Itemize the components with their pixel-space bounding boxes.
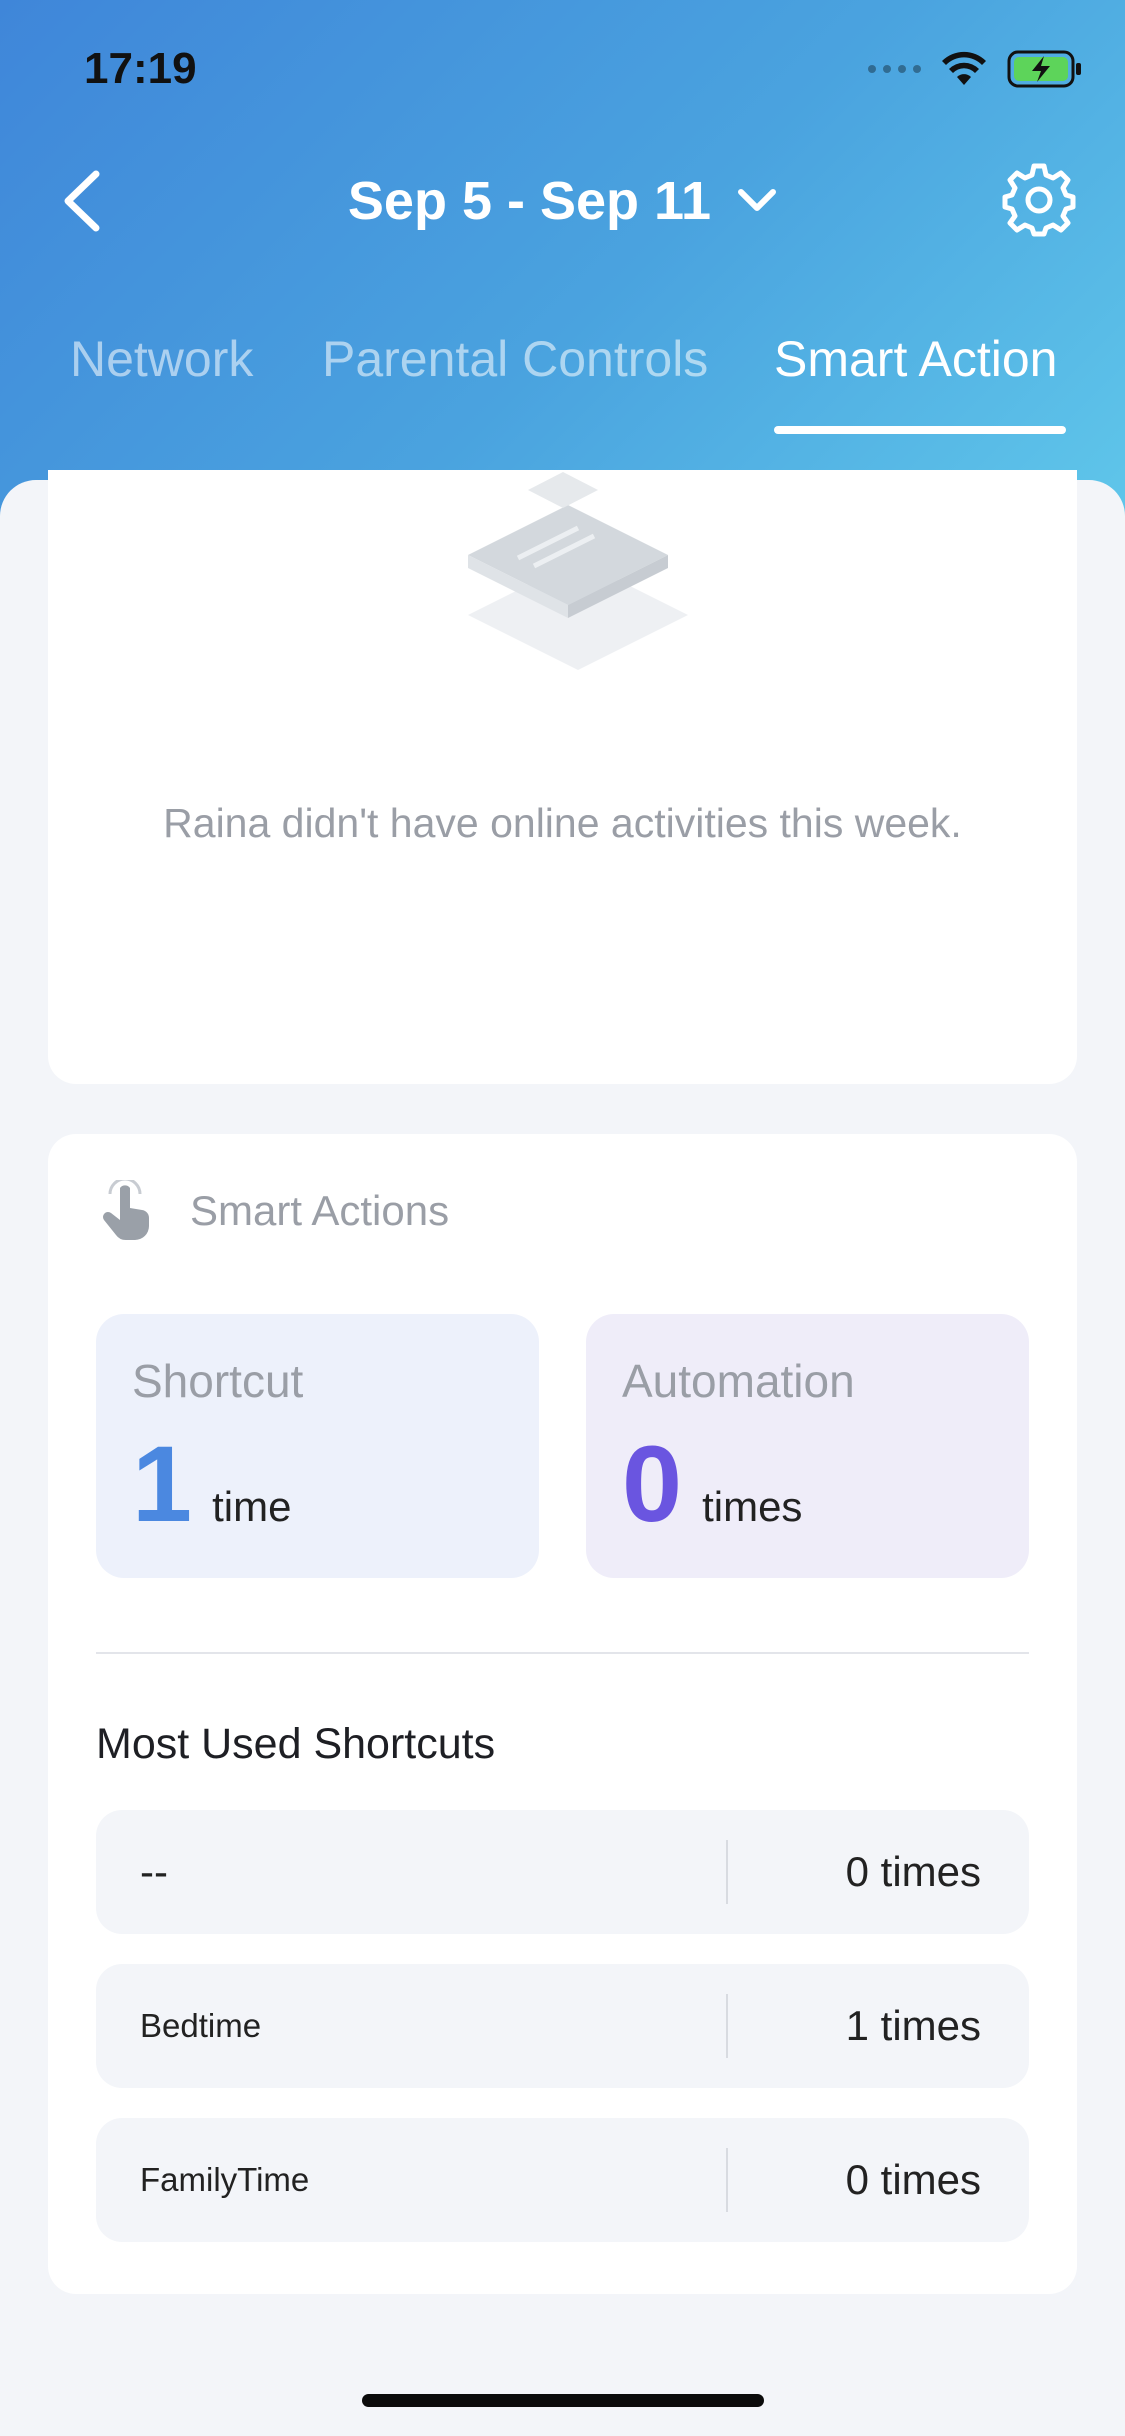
- hand-pointer-icon: [103, 1180, 150, 1241]
- automation-label: Automation: [622, 1355, 855, 1407]
- automation-stat-card[interactable]: Automation 0 times: [586, 1314, 1029, 1578]
- tab-network[interactable]: Network: [70, 330, 253, 388]
- header: 17:19 Sep 5 - Sep 11 Network Parental Co…: [0, 0, 1125, 520]
- shortcut-row-count: 0 times: [845, 2156, 981, 2203]
- smart-actions-header: Smart Actions: [100, 1180, 449, 1242]
- shortcut-value: 1 time: [132, 1430, 291, 1538]
- shortcut-row-count: 1 times: [845, 2002, 981, 2049]
- status-time: 17:19: [84, 44, 197, 93]
- empty-state-card: Raina didn't have online activities this…: [48, 470, 1077, 1084]
- date-range-selector[interactable]: Sep 5 - Sep 11: [0, 170, 1125, 232]
- nav-bar: Sep 5 - Sep 11: [0, 150, 1125, 250]
- divider: [96, 1652, 1029, 1654]
- shortcut-row-name: --: [140, 1848, 168, 1895]
- automation-count: 0: [622, 1423, 683, 1544]
- shortcut-row[interactable]: FamilyTime 0 times: [96, 2118, 1029, 2242]
- wifi-icon: [942, 51, 986, 85]
- screen: 17:19 Sep 5 - Sep 11 Network Parental Co…: [0, 0, 1125, 2436]
- automation-value: 0 times: [622, 1430, 802, 1538]
- date-range-title: Sep 5 - Sep 11: [347, 171, 712, 231]
- shortcut-row[interactable]: -- 0 times: [96, 1810, 1029, 1934]
- empty-documents-illustration: [468, 472, 688, 670]
- row-separator: [726, 2148, 728, 2212]
- status-bar: 17:19: [0, 0, 1125, 130]
- chevron-down-icon: [738, 189, 777, 211]
- tab-parental-controls[interactable]: Parental Controls: [322, 330, 708, 388]
- shortcut-label: Shortcut: [132, 1355, 304, 1407]
- smart-actions-title: Smart Actions: [190, 1187, 450, 1234]
- cellular-signal-icon: [868, 65, 921, 73]
- smart-actions-card: Smart Actions Shortcut 1 time Automation…: [48, 1134, 1077, 2294]
- active-tab-indicator: [774, 426, 1066, 434]
- row-separator: [726, 1840, 728, 1904]
- battery-charging-icon: [1007, 50, 1081, 88]
- status-icons: [868, 50, 1083, 88]
- most-used-shortcuts-title: Most Used Shortcuts: [96, 1720, 496, 1768]
- content-sheet: Raina didn't have online activities this…: [0, 470, 1125, 2436]
- automation-unit: times: [702, 1483, 803, 1530]
- row-separator: [726, 1994, 728, 2058]
- shortcut-row-name: FamilyTime: [140, 2161, 310, 2198]
- settings-button[interactable]: [1001, 162, 1077, 238]
- home-indicator[interactable]: [362, 2394, 764, 2407]
- shortcut-row[interactable]: Bedtime 1 times: [96, 1964, 1029, 2088]
- shortcut-row-name: Bedtime: [140, 2007, 262, 2044]
- gear-icon: [1002, 163, 1076, 237]
- tab-smart-action[interactable]: Smart Action: [774, 330, 1057, 388]
- empty-state-message: Raina didn't have online activities this…: [163, 800, 962, 846]
- shortcut-row-count: 0 times: [845, 1848, 981, 1895]
- tab-bar: Network Parental Controls Smart Action: [0, 330, 1125, 440]
- shortcut-count: 1: [132, 1423, 193, 1544]
- shortcut-unit: time: [212, 1483, 292, 1530]
- shortcut-stat-card[interactable]: Shortcut 1 time: [96, 1314, 539, 1578]
